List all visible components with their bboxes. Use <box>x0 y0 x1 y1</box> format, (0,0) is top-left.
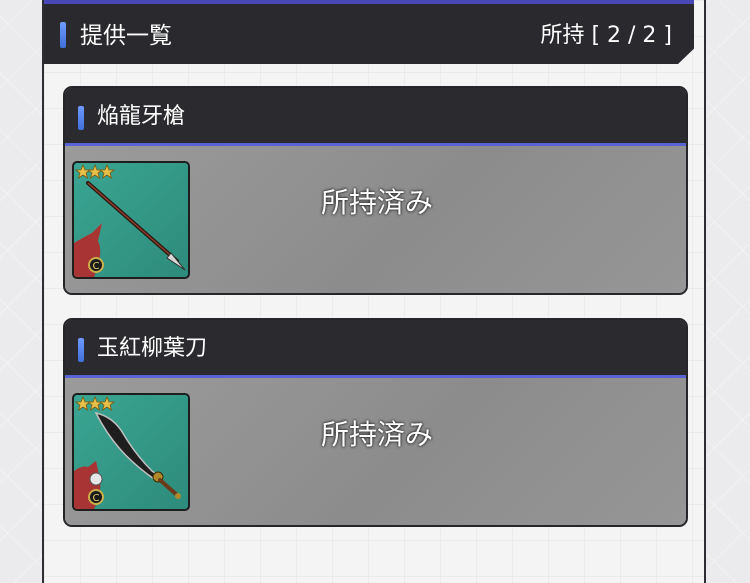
item-card-header: 玉紅柳葉刀 <box>65 320 686 378</box>
rarity-stars <box>74 395 116 411</box>
offer-list-panel: 提供一覧 所持 [ 2 / 2 ] 焔龍牙槍 C 所持済み 玉紅柳葉刀 C 所持… <box>42 0 706 583</box>
page-title: 提供一覧 <box>80 23 172 49</box>
star-icon <box>74 395 92 411</box>
svg-text:C: C <box>93 261 100 272</box>
offer-list-header: 提供一覧 所持 [ 2 / 2 ] <box>44 0 694 64</box>
item-name: 焔龍牙槍 <box>97 104 186 129</box>
star-icon <box>98 395 116 411</box>
item-accent-bar <box>78 106 84 130</box>
owned-status: 所持済み <box>320 418 433 451</box>
star-icon <box>86 163 104 179</box>
svg-text:C: C <box>93 493 100 504</box>
star-icon <box>74 163 92 179</box>
saber-icon[interactable]: C <box>72 393 190 511</box>
spear-icon[interactable]: C <box>72 161 190 279</box>
star-icon <box>86 395 104 411</box>
star-icon <box>98 163 116 179</box>
owned-count: 所持 [ 2 / 2 ] <box>540 23 672 48</box>
item-card[interactable]: 焔龍牙槍 C 所持済み <box>63 86 688 295</box>
owned-status: 所持済み <box>320 186 433 219</box>
item-card-body: C 所持済み <box>65 378 686 525</box>
item-card-body: C 所持済み <box>65 146 686 293</box>
item-card[interactable]: 玉紅柳葉刀 C 所持済み <box>63 318 688 527</box>
item-accent-bar <box>78 338 84 362</box>
header-accent-bar <box>60 22 66 48</box>
item-card-header: 焔龍牙槍 <box>65 88 686 146</box>
rarity-stars <box>74 163 116 179</box>
item-name: 玉紅柳葉刀 <box>97 336 208 361</box>
